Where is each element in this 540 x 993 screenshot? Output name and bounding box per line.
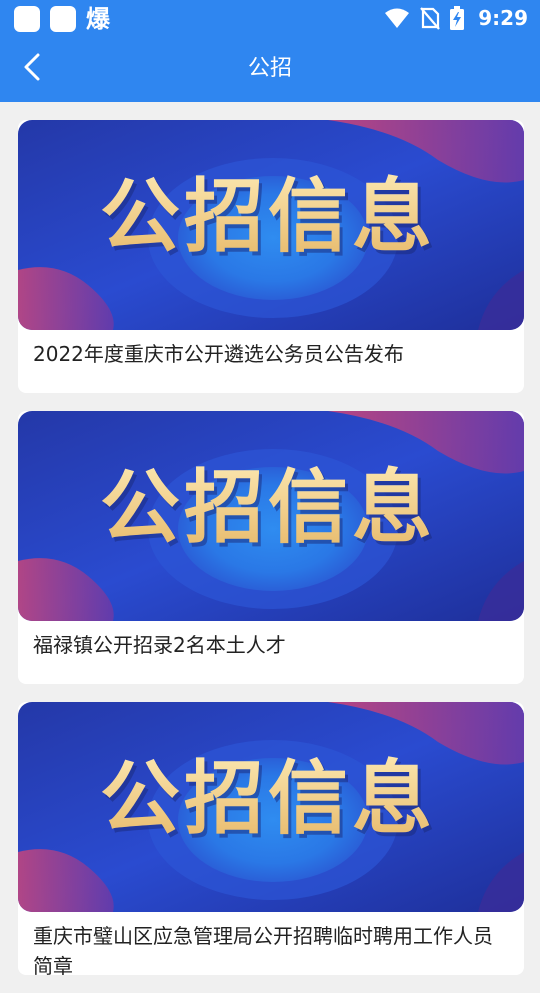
page-title: 公招 [247, 56, 292, 81]
status-left-group: 爆 [14, 6, 110, 32]
banner-image: 公招信息 公招信息 [18, 120, 524, 330]
notification-text: 爆 [86, 5, 110, 33]
no-sim-icon [420, 6, 441, 30]
article-card[interactable]: 公招信息 公招信息 2022年度重庆市公开遴选公务员公告发布 [18, 120, 524, 393]
article-title: 2022年度重庆市公开遴选公务员公告发布 [33, 342, 404, 366]
banner-text: 公招信息 [100, 170, 436, 263]
status-right-group: 9:29 [384, 5, 528, 31]
banner-text: 公招信息 [100, 461, 436, 554]
article-title: 福禄镇公开招录2名本土人才 [33, 633, 286, 657]
article-card[interactable]: 公招信息 公招信息 福禄镇公开招录2名本土人才 [18, 411, 524, 684]
article-card[interactable]: 公招信息 公招信息 重庆市璧山区应急管理局公开招聘临时聘用工作人员简章 [18, 702, 524, 975]
banner-image: 公招信息 公招信息 [18, 411, 524, 621]
app-icon [50, 6, 76, 32]
app-icon [14, 6, 40, 32]
wifi-icon [384, 7, 410, 29]
status-bar: 爆 9:29 [0, 0, 540, 36]
status-time: 9:29 [478, 6, 528, 30]
banner-image: 公招信息 公招信息 [18, 702, 524, 912]
app-header: 爆 9:29 公招 [0, 0, 540, 102]
article-title: 重庆市璧山区应急管理局公开招聘临时聘用工作人员简章 [33, 924, 493, 975]
battery-charging-icon [450, 6, 465, 30]
banner-text: 公招信息 [100, 752, 436, 845]
navigation-bar: 公招 [0, 36, 540, 102]
article-list: 公招信息 公招信息 2022年度重庆市公开遴选公务员公告发布 公招信息 公招信息… [18, 120, 524, 993]
